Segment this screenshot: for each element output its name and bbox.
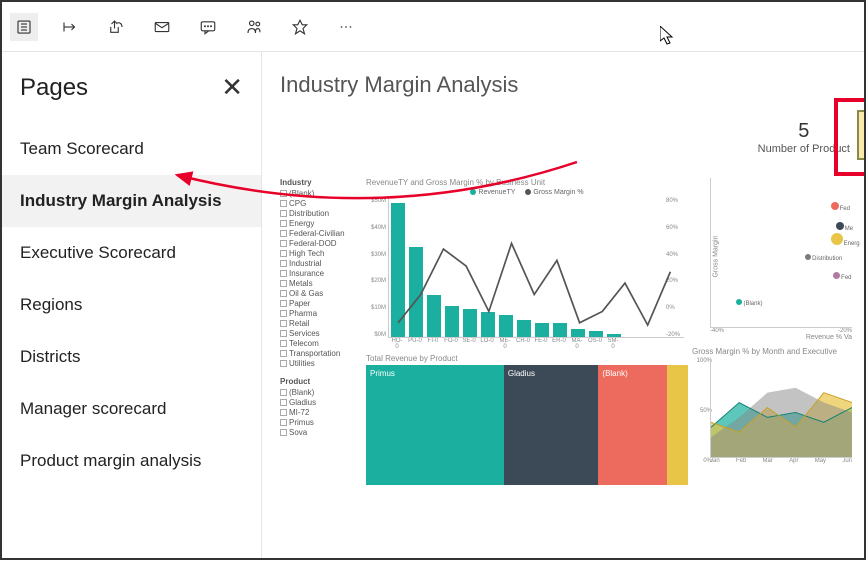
checkbox-icon[interactable] xyxy=(280,190,287,197)
annotation-highlight xyxy=(834,98,864,176)
checkbox-icon[interactable] xyxy=(280,310,287,317)
industry-filter-title: Industry xyxy=(280,178,362,187)
page-item[interactable]: Regions xyxy=(2,279,261,331)
page-item[interactable]: Team Scorecard xyxy=(2,123,261,175)
teams-icon[interactable] xyxy=(240,13,268,41)
export-icon[interactable] xyxy=(56,13,84,41)
scatter-point[interactable] xyxy=(831,233,843,245)
filter-item[interactable]: (Blank) xyxy=(280,189,362,198)
report-title: Industry Margin Analysis xyxy=(280,72,518,98)
filter-item[interactable]: Retail xyxy=(280,319,362,328)
pages-pane: Pages ✕ Team ScorecardIndustry Margin An… xyxy=(2,52,262,558)
chat-icon[interactable] xyxy=(194,13,222,41)
checkbox-icon[interactable] xyxy=(280,409,287,416)
checkbox-icon[interactable] xyxy=(280,300,287,307)
filter-item[interactable]: Sova xyxy=(280,428,362,437)
filter-item[interactable]: Federal-Civilian xyxy=(280,229,362,238)
checkbox-icon[interactable] xyxy=(280,250,287,257)
filter-item[interactable]: Services xyxy=(280,329,362,338)
checkbox-icon[interactable] xyxy=(280,270,287,277)
checkbox-icon[interactable] xyxy=(280,350,287,357)
treemap-chart[interactable]: Total Revenue by Product PrimusGladius(B… xyxy=(366,354,688,485)
checkbox-icon[interactable] xyxy=(280,419,287,426)
combo-chart-title: RevenueTY and Gross Margin % by Business… xyxy=(366,178,688,187)
filter-item[interactable]: Utilities xyxy=(280,359,362,368)
scatter-point[interactable] xyxy=(833,272,840,279)
star-icon[interactable] xyxy=(286,13,314,41)
treemap-block[interactable]: Primus xyxy=(366,365,504,485)
scatter-chart[interactable]: Gross Margin (Blank)DistributionEnergFed… xyxy=(692,178,852,341)
more-icon[interactable] xyxy=(332,13,360,41)
filter-item[interactable]: (Blank) xyxy=(280,388,362,397)
filter-item[interactable]: MI-72 xyxy=(280,408,362,417)
page-item[interactable]: Industry Margin Analysis xyxy=(2,175,261,227)
filter-panel: Industry (Blank)CPGDistributionEnergyFed… xyxy=(280,178,362,548)
checkbox-icon[interactable] xyxy=(280,200,287,207)
filter-item[interactable]: Metals xyxy=(280,279,362,288)
combo-chart[interactable]: RevenueTY and Gross Margin % by Business… xyxy=(366,178,688,350)
filter-item[interactable]: Energy xyxy=(280,219,362,228)
product-filter-title: Product xyxy=(280,377,362,386)
treemap-block[interactable] xyxy=(667,365,688,485)
page-item[interactable]: Manager scorecard xyxy=(2,383,261,435)
checkbox-icon[interactable] xyxy=(280,389,287,396)
filter-item[interactable]: Industrial xyxy=(280,259,362,268)
scatter-point[interactable] xyxy=(836,222,844,230)
filter-item[interactable]: Gladius xyxy=(280,398,362,407)
share-icon[interactable] xyxy=(102,13,130,41)
filter-item[interactable]: Pharma xyxy=(280,309,362,318)
treemap-title: Total Revenue by Product xyxy=(366,354,688,363)
scatter-point[interactable] xyxy=(831,202,839,210)
filter-item[interactable]: Insurance xyxy=(280,269,362,278)
mail-icon[interactable] xyxy=(148,13,176,41)
list-icon[interactable] xyxy=(10,13,38,41)
checkbox-icon[interactable] xyxy=(280,280,287,287)
filter-item[interactable]: High Tech xyxy=(280,249,362,258)
scatter-point[interactable] xyxy=(736,299,742,305)
checkbox-icon[interactable] xyxy=(280,340,287,347)
filter-item[interactable]: Distribution xyxy=(280,209,362,218)
area-chart-title: Gross Margin % by Month and Executive xyxy=(692,347,852,356)
report-canvas: Industry Margin Analysis Team scorecard … xyxy=(262,52,864,558)
treemap-block[interactable]: (Blank) xyxy=(598,365,667,485)
checkbox-icon[interactable] xyxy=(280,290,287,297)
checkbox-icon[interactable] xyxy=(280,399,287,406)
treemap-block[interactable]: Gladius xyxy=(504,365,599,485)
checkbox-icon[interactable] xyxy=(280,210,287,217)
area-chart[interactable]: Gross Margin % by Month and Executive 10… xyxy=(692,347,852,464)
checkbox-icon[interactable] xyxy=(280,330,287,337)
page-item[interactable]: Product margin analysis xyxy=(2,435,261,487)
page-item[interactable]: Executive Scorecard xyxy=(2,227,261,279)
checkbox-icon[interactable] xyxy=(280,220,287,227)
cursor-icon xyxy=(660,26,676,46)
checkbox-icon[interactable] xyxy=(280,260,287,267)
toolbar xyxy=(2,2,864,52)
checkbox-icon[interactable] xyxy=(280,429,287,436)
filter-item[interactable]: Telecom xyxy=(280,339,362,348)
scatter-point[interactable] xyxy=(805,254,811,260)
checkbox-icon[interactable] xyxy=(280,240,287,247)
checkbox-icon[interactable] xyxy=(280,230,287,237)
filter-item[interactable]: Transportation xyxy=(280,349,362,358)
filter-item[interactable]: Oil & Gas xyxy=(280,289,362,298)
checkbox-icon[interactable] xyxy=(280,320,287,327)
pages-title: Pages xyxy=(20,74,88,102)
checkbox-icon[interactable] xyxy=(280,360,287,367)
filter-item[interactable]: Primus xyxy=(280,418,362,427)
filter-item[interactable]: Paper xyxy=(280,299,362,308)
filter-item[interactable]: Federal-DOD xyxy=(280,239,362,248)
filter-item[interactable]: CPG xyxy=(280,199,362,208)
close-icon[interactable]: ✕ xyxy=(221,72,243,103)
page-item[interactable]: Districts xyxy=(2,331,261,383)
